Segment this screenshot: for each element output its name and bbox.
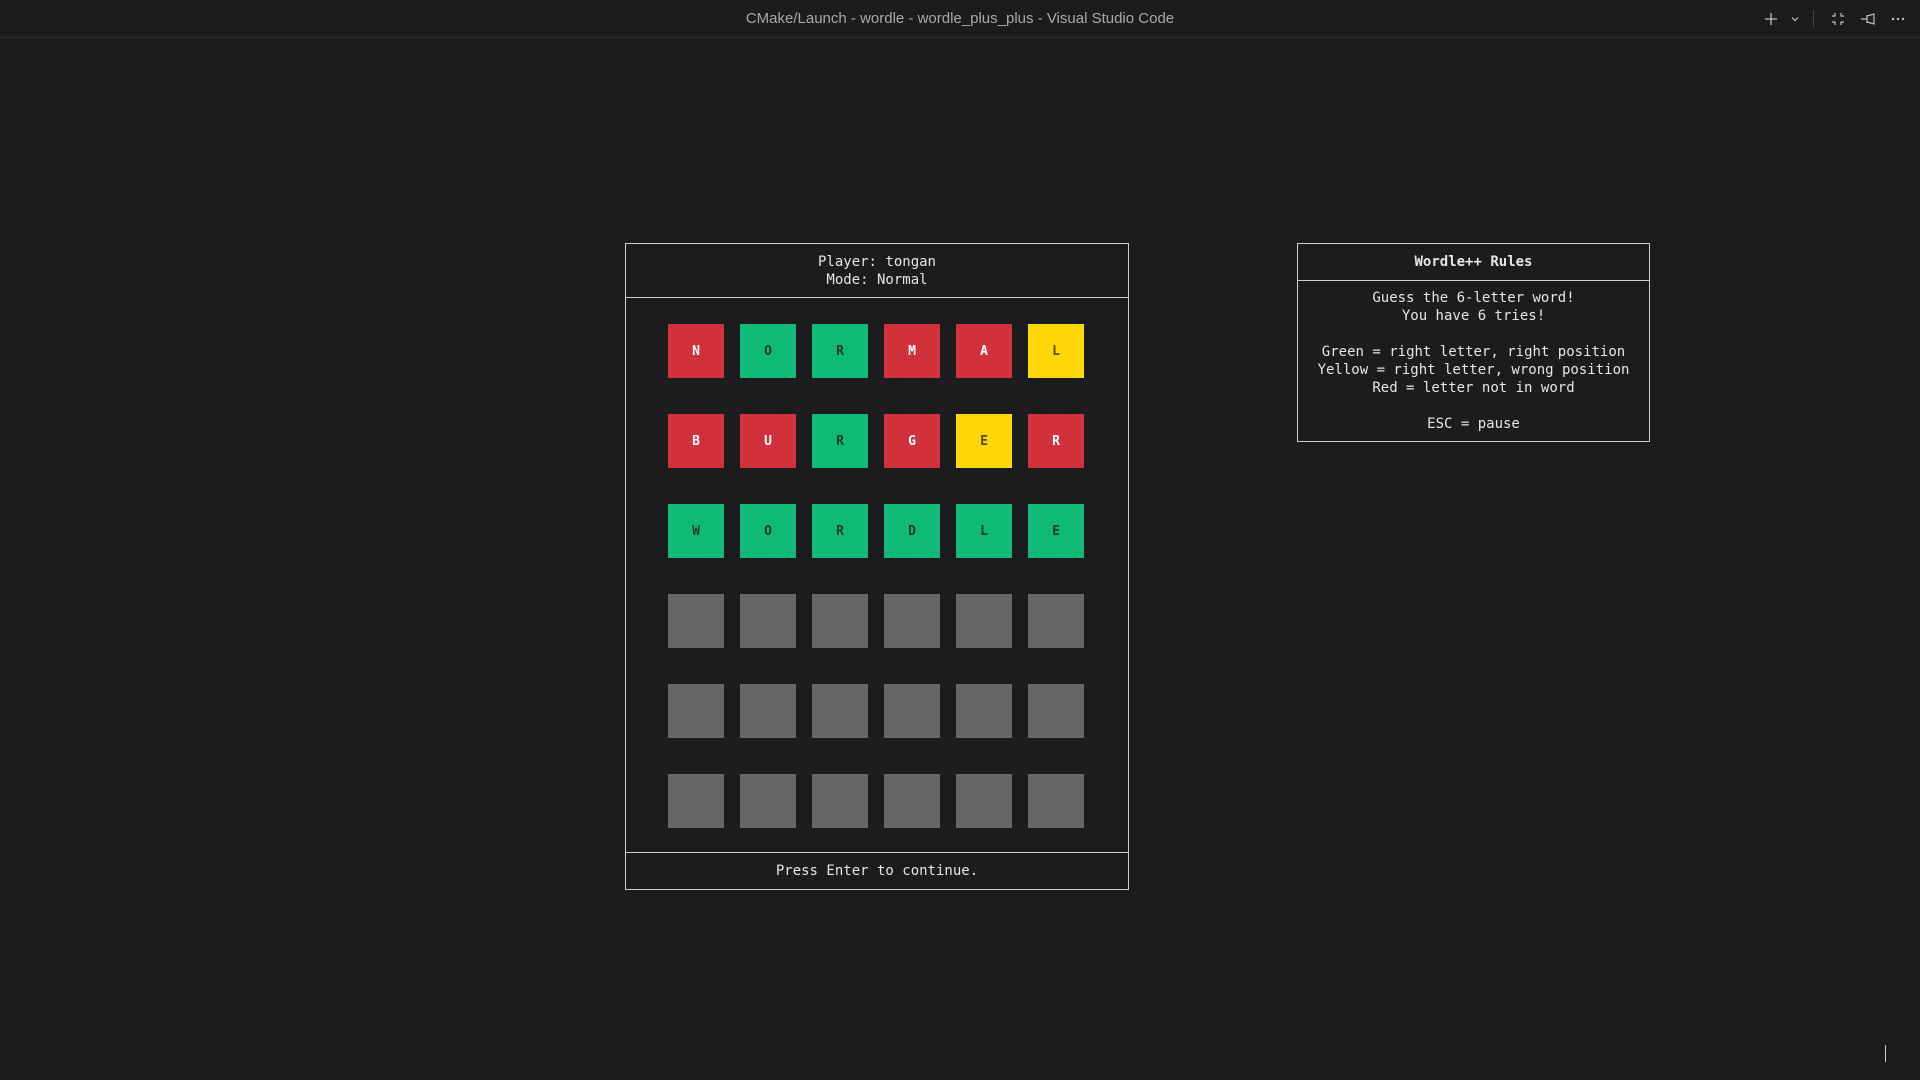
rules-line-goal: Guess the 6-letter word! xyxy=(1372,290,1575,306)
letter-tile: L xyxy=(956,504,1012,558)
letter-tile: O xyxy=(740,324,796,378)
letter-tile: E xyxy=(1028,504,1084,558)
letter-tile xyxy=(884,774,940,828)
grid-row xyxy=(668,774,1084,828)
rules-panel: Wordle++ Rules Guess the 6-letter word! … xyxy=(1297,243,1650,442)
letter-tile xyxy=(740,594,796,648)
letter-tile xyxy=(668,684,724,738)
letter-grid: NORMALBURGERWORDLE xyxy=(668,324,1084,864)
letter-tile: R xyxy=(1028,414,1084,468)
letter-tile xyxy=(1028,594,1084,648)
letter-tile xyxy=(812,774,868,828)
letter-tile: O xyxy=(740,504,796,558)
letter-tile: G xyxy=(884,414,940,468)
grid-row xyxy=(668,594,1084,648)
letter-tile xyxy=(956,684,1012,738)
title-bar-actions xyxy=(1759,0,1910,37)
mode-label: Mode: Normal xyxy=(826,271,928,288)
letter-tile: M xyxy=(884,324,940,378)
more-icon[interactable] xyxy=(1886,6,1910,32)
letter-tile: A xyxy=(956,324,1012,378)
rules-red: Red = letter not in word xyxy=(1372,380,1575,396)
letter-tile xyxy=(956,774,1012,828)
letter-tile xyxy=(1028,774,1084,828)
rules-yellow: Yellow = right letter, wrong position xyxy=(1317,362,1630,378)
chevron-down-icon[interactable] xyxy=(1789,6,1801,32)
letter-tile: L xyxy=(1028,324,1084,378)
title-bar: CMake/Launch - wordle - wordle_plus_plus… xyxy=(0,0,1920,38)
letter-tile: W xyxy=(668,504,724,558)
letter-tile: B xyxy=(668,414,724,468)
letter-tile xyxy=(668,774,724,828)
grid-row: BURGER xyxy=(668,414,1084,468)
grid-row: WORDLE xyxy=(668,504,1084,558)
letter-tile: N xyxy=(668,324,724,378)
minimize-panel-icon[interactable] xyxy=(1826,6,1850,32)
rules-green: Green = right letter, right position xyxy=(1321,344,1626,360)
plus-icon[interactable] xyxy=(1759,6,1783,32)
footer-prompt: Press Enter to continue. xyxy=(626,852,1128,889)
grid-row: NORMAL xyxy=(668,324,1084,378)
letter-tile: R xyxy=(812,324,868,378)
separator xyxy=(1813,9,1814,28)
letter-tile xyxy=(884,684,940,738)
letter-tile xyxy=(812,684,868,738)
grid-row xyxy=(668,684,1084,738)
letter-tile xyxy=(668,594,724,648)
letter-tile: D xyxy=(884,504,940,558)
rules-title: Wordle++ Rules xyxy=(1298,244,1649,281)
letter-tile: R xyxy=(812,504,868,558)
letter-tile: U xyxy=(740,414,796,468)
game-board: Player: tongan Mode: Normal NORMALBURGER… xyxy=(625,243,1129,890)
window-title: CMake/Launch - wordle - wordle_plus_plus… xyxy=(745,10,1175,27)
player-label: Player: tongan xyxy=(817,253,936,270)
terminal-cursor xyxy=(1885,1045,1886,1062)
board-header: Player: tongan Mode: Normal xyxy=(626,244,1128,298)
rules-esc: ESC = pause xyxy=(1427,416,1520,432)
letter-tile xyxy=(956,594,1012,648)
letter-tile: R xyxy=(812,414,868,468)
letter-tile xyxy=(884,594,940,648)
letter-tile: E xyxy=(956,414,1012,468)
letter-tile xyxy=(812,594,868,648)
letter-tile xyxy=(1028,684,1084,738)
letter-tile xyxy=(740,774,796,828)
rules-line-tries: You have 6 tries! xyxy=(1401,308,1546,324)
rules-body: Guess the 6-letter word! You have 6 trie… xyxy=(1298,281,1649,433)
pin-icon[interactable] xyxy=(1856,6,1880,32)
letter-tile xyxy=(740,684,796,738)
